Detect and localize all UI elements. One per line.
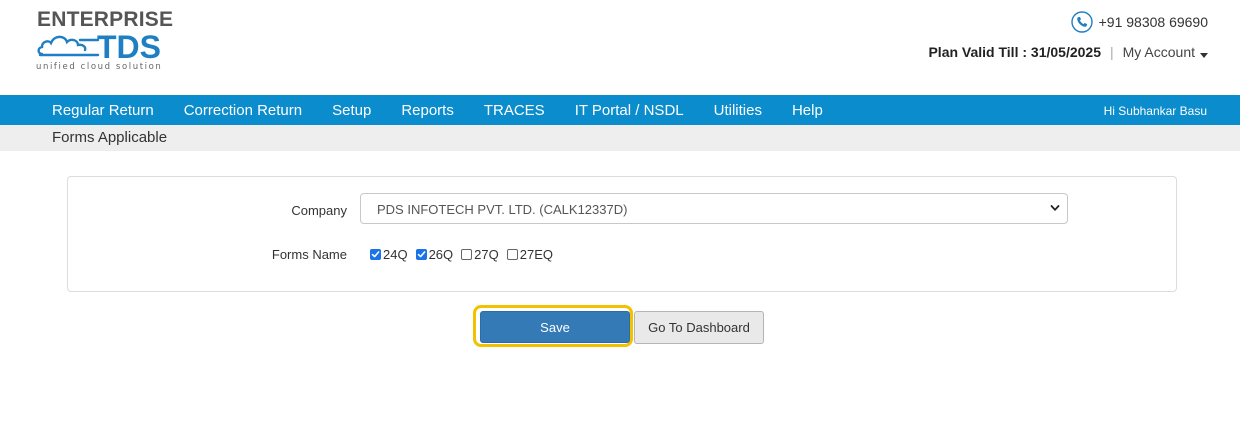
checkbox-label: 24Q — [383, 247, 408, 262]
company-select[interactable]: PDS INFOTECH PVT. LTD. (CALK12337D) — [360, 193, 1068, 224]
my-account-menu[interactable]: My Account — [1123, 44, 1208, 60]
checkbox-24q[interactable]: 24Q — [370, 247, 408, 262]
nav-setup[interactable]: Setup — [332, 102, 371, 119]
nav-traces[interactable]: TRACES — [484, 102, 545, 119]
breadcrumb: Forms Applicable — [0, 125, 1240, 151]
go-to-dashboard-button[interactable]: Go To Dashboard — [634, 311, 764, 344]
logo-tds-text: TDS — [97, 29, 161, 65]
nav-reports[interactable]: Reports — [401, 102, 454, 119]
company-label: Company — [291, 203, 347, 218]
header: ENTERPRISE TDS unified cloud solution +9… — [0, 0, 1240, 95]
nav-correction-return[interactable]: Correction Return — [184, 102, 302, 119]
phone-number: +91 98308 69690 — [1098, 14, 1208, 30]
check-icon — [417, 251, 425, 258]
save-button[interactable]: Save — [480, 311, 630, 343]
plan-validity: Plan Valid Till : 31/05/2025 — [928, 44, 1101, 60]
my-account-label: My Account — [1122, 44, 1195, 60]
forms-name-label: Forms Name — [271, 247, 347, 262]
checkbox-26q[interactable]: 26Q — [415, 247, 454, 262]
nav-regular-return[interactable]: Regular Return — [52, 102, 154, 119]
phone-icon — [1070, 11, 1093, 33]
checkbox-label: 26Q — [428, 247, 454, 262]
logo-tagline: unified cloud solution — [36, 62, 163, 72]
check-icon — [371, 251, 380, 258]
company-select-value: PDS INFOTECH PVT. LTD. (CALK12337D) — [377, 202, 628, 217]
nav-it-portal-nsdl[interactable]: IT Portal / NSDL — [575, 102, 684, 119]
cloud-icon — [37, 35, 100, 57]
nav-utilities[interactable]: Utilities — [714, 102, 762, 119]
logo[interactable]: ENTERPRISE TDS unified cloud solution — [36, 8, 176, 74]
checkbox-label: 27Q — [474, 247, 499, 262]
checkbox-box[interactable] — [370, 249, 381, 260]
account-bar: Plan Valid Till : 31/05/2025 | My Accoun… — [928, 44, 1208, 60]
page-title: Forms Applicable — [52, 129, 168, 146]
checkbox-27q[interactable]: 27Q — [461, 247, 499, 262]
nav-help[interactable]: Help — [792, 102, 823, 119]
user-greeting: Hi Subhankar Basu — [1103, 104, 1207, 118]
forms-panel: Company PDS INFOTECH PVT. LTD. (CALK1233… — [67, 176, 1177, 292]
phone-contact: +91 98308 69690 — [1070, 10, 1208, 34]
checkbox-box[interactable] — [506, 249, 518, 260]
separator: | — [1109, 44, 1114, 60]
checkbox-27eq[interactable]: 27EQ — [506, 247, 553, 262]
main-nav: Regular Return Correction Return Setup R… — [0, 95, 1240, 125]
checkbox-box[interactable] — [415, 249, 427, 260]
forms-checkbox-group: 24Q 26Q 27Q 27EQ — [370, 247, 561, 262]
caret-down-icon — [1200, 53, 1208, 58]
checkbox-box[interactable] — [461, 249, 473, 260]
checkbox-label: 27EQ — [519, 247, 553, 262]
chevron-down-icon — [1050, 205, 1060, 211]
